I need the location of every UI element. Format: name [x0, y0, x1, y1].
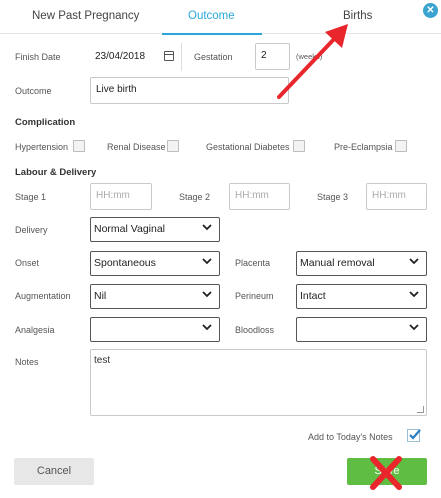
onset-value: Spontaneous [94, 257, 156, 269]
renal-disease-checkbox[interactable] [167, 140, 179, 152]
perineum-value: Intact [300, 290, 326, 302]
gestation-field[interactable]: 2 [255, 43, 290, 70]
finish-date-label: Finish Date [15, 52, 61, 62]
stage2-time-input[interactable]: HH:mm [229, 183, 290, 210]
stage3-placeholder: HH:mm [372, 190, 406, 201]
outcome-field[interactable]: Live birth [90, 77, 289, 104]
analgesia-select[interactable] [90, 317, 220, 342]
chevron-down-icon [409, 291, 419, 298]
hypertension-label: Hypertension [15, 142, 69, 152]
checkmark-icon [409, 429, 421, 440]
perineum-select[interactable]: Intact [296, 284, 427, 309]
calendar-icon[interactable] [164, 51, 174, 61]
stage2-placeholder: HH:mm [235, 190, 269, 201]
placenta-value: Manual removal [300, 257, 375, 269]
cancel-button[interactable]: Cancel [14, 458, 94, 485]
stage3-label: Stage 3 [317, 192, 349, 202]
add-to-notes-label: Add to Today's Notes [308, 432, 393, 442]
augmentation-value: Nil [94, 290, 107, 302]
stage1-time-input[interactable]: HH:mm [90, 183, 152, 210]
analgesia-label: Analgesia [15, 325, 55, 335]
tab-outcome[interactable]: Outcome [188, 10, 235, 22]
pre-eclampsia-checkbox[interactable] [395, 140, 407, 152]
field-divider [181, 43, 182, 71]
chevron-down-icon [202, 324, 212, 331]
tab-new-past-pregnancy[interactable]: New Past Pregnancy [32, 10, 139, 22]
outcome-label: Outcome [15, 86, 52, 96]
placenta-label: Placenta [235, 258, 271, 268]
bloodloss-select[interactable] [296, 317, 427, 342]
augmentation-select[interactable]: Nil [90, 284, 220, 309]
stage1-placeholder: HH:mm [96, 190, 130, 201]
finish-date-value: 23/04/2018 [95, 51, 146, 62]
onset-select[interactable]: Spontaneous [90, 251, 220, 276]
gestational-diabetes-checkbox[interactable] [293, 140, 305, 152]
close-icon[interactable]: ✕ [423, 3, 438, 18]
chevron-down-icon [202, 258, 212, 265]
weeks-label: (weeks) [296, 52, 323, 61]
delivery-select[interactable]: Normal Vaginal [90, 217, 220, 242]
chevron-down-icon [409, 258, 419, 265]
notes-label: Notes [15, 357, 39, 367]
save-button[interactable]: Save [347, 458, 427, 485]
gestational-diabetes-label: Gestational Diabetes [206, 142, 290, 152]
gestation-value: 2 [261, 50, 267, 61]
stage2-label: Stage 2 [179, 192, 211, 202]
tab-bar: New Past Pregnancy Outcome Births [0, 0, 441, 35]
chevron-down-icon [202, 291, 212, 298]
notes-textarea[interactable]: test [90, 349, 427, 416]
outcome-value: Live birth [96, 84, 137, 95]
stage3-time-input[interactable]: HH:mm [366, 183, 427, 210]
augmentation-label: Augmentation [15, 291, 71, 301]
active-tab-indicator [162, 33, 262, 35]
labour-delivery-heading: Labour & Delivery [15, 167, 97, 178]
pre-eclampsia-label: Pre-Eclampsia [334, 142, 393, 152]
annotation-overlay [277, 24, 402, 490]
gestation-label: Gestation [194, 52, 233, 62]
placenta-select[interactable]: Manual removal [296, 251, 427, 276]
delivery-label: Delivery [15, 225, 48, 235]
perineum-label: Perineum [235, 291, 274, 301]
hypertension-checkbox[interactable] [73, 140, 85, 152]
renal-disease-label: Renal Disease [107, 142, 166, 152]
tab-births[interactable]: Births [343, 10, 372, 22]
bloodloss-label: Bloodloss [235, 325, 275, 335]
resize-handle[interactable] [417, 406, 424, 413]
onset-label: Onset [15, 258, 40, 268]
complication-heading: Complication [15, 117, 76, 128]
notes-value: test [94, 355, 111, 366]
add-to-notes-checkbox[interactable] [407, 429, 421, 442]
delivery-value: Normal Vaginal [94, 223, 166, 235]
chevron-down-icon [202, 224, 212, 231]
chevron-down-icon [409, 324, 419, 331]
stage1-label: Stage 1 [15, 192, 47, 202]
